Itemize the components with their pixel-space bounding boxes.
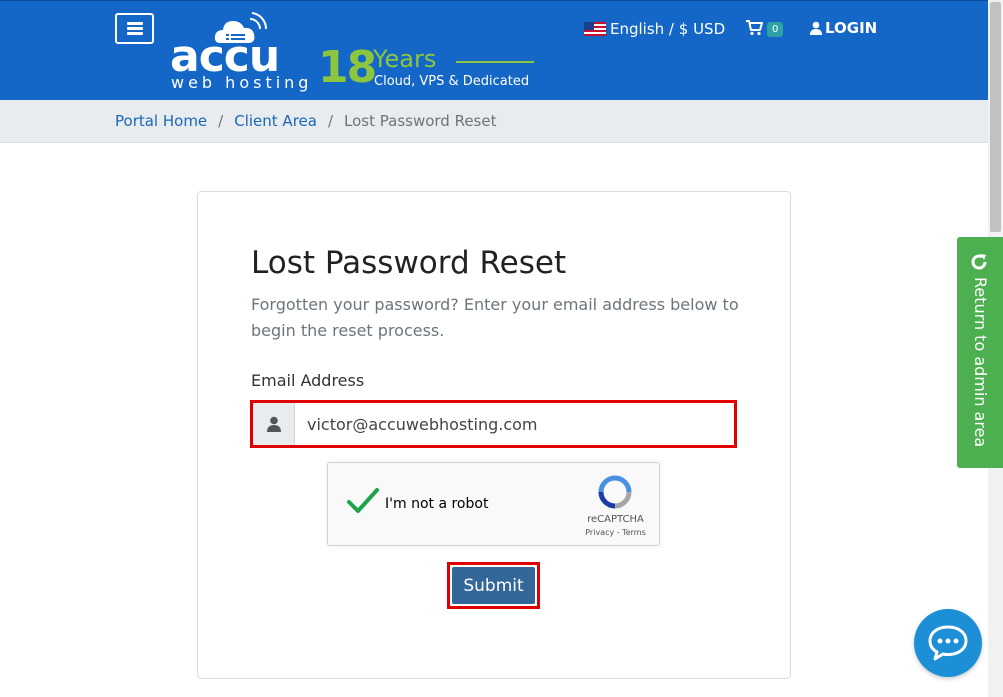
logo-rule	[456, 61, 534, 63]
breadcrumb-client-area[interactable]: Client Area	[234, 112, 317, 130]
email-label: Email Address	[251, 371, 365, 390]
user-icon	[810, 21, 822, 35]
menu-toggle-button[interactable]	[115, 13, 154, 44]
checkmark-icon	[347, 488, 379, 513]
shopping-cart-icon	[746, 20, 763, 36]
submit-button[interactable]: Submit	[452, 567, 535, 604]
recaptcha-label: I'm not a robot	[385, 496, 489, 512]
logo-brand: accu	[170, 31, 280, 82]
site-logo[interactable]: accu web hosting 18 Years Cloud, VPS & D…	[170, 9, 540, 95]
refresh-icon	[971, 254, 987, 270]
email-input-group	[250, 400, 737, 448]
language-currency-selector[interactable]: English / $ USD	[584, 19, 725, 39]
page-title: Lost Password Reset	[251, 245, 567, 281]
cart-button[interactable]: 0	[745, 18, 784, 37]
chat-widget-button[interactable]	[914, 609, 982, 677]
breadcrumb-portal-home[interactable]: Portal Home	[115, 112, 207, 130]
recaptcha-links[interactable]: Privacy - Terms	[574, 528, 657, 537]
recaptcha-logo-icon	[598, 475, 632, 509]
page-subtitle: Forgotten your password? Enter your emai…	[251, 295, 739, 340]
logo-years-number: 18	[318, 42, 377, 93]
submit-highlight: Submit	[447, 562, 540, 609]
breadcrumb: Portal Home / Client Area / Lost Passwor…	[0, 100, 988, 143]
logo-tagline: web hosting	[171, 73, 313, 92]
email-addon	[253, 403, 295, 445]
breadcrumb-separator: /	[327, 112, 334, 130]
user-icon	[266, 416, 281, 432]
recaptcha-brand: reCAPTCHA	[587, 514, 644, 525]
login-label: LOGIN	[825, 19, 878, 37]
language-label: English / $ USD	[610, 20, 726, 38]
scrollbar-thumb[interactable]	[990, 2, 1001, 232]
breadcrumb-current: Lost Password Reset	[344, 112, 497, 130]
cart-count-badge: 0	[767, 22, 784, 37]
hamburger-icon	[126, 22, 143, 35]
recaptcha-widget[interactable]: I'm not a robot reCAPTCHA Privacy - Term…	[327, 462, 660, 546]
chat-bubble-icon	[928, 625, 968, 661]
login-link[interactable]: LOGIN	[810, 19, 877, 37]
us-flag-icon	[584, 22, 606, 36]
return-to-admin-tab[interactable]: Return to admin area	[957, 237, 1003, 468]
email-field[interactable]	[295, 403, 734, 445]
logo-years-word: Years	[373, 45, 437, 73]
site-header: accu web hosting 18 Years Cloud, VPS & D…	[0, 0, 988, 100]
breadcrumb-separator: /	[218, 112, 224, 130]
logo-services: Cloud, VPS & Dedicated	[374, 74, 530, 89]
admin-label: Return to admin area	[971, 277, 990, 448]
